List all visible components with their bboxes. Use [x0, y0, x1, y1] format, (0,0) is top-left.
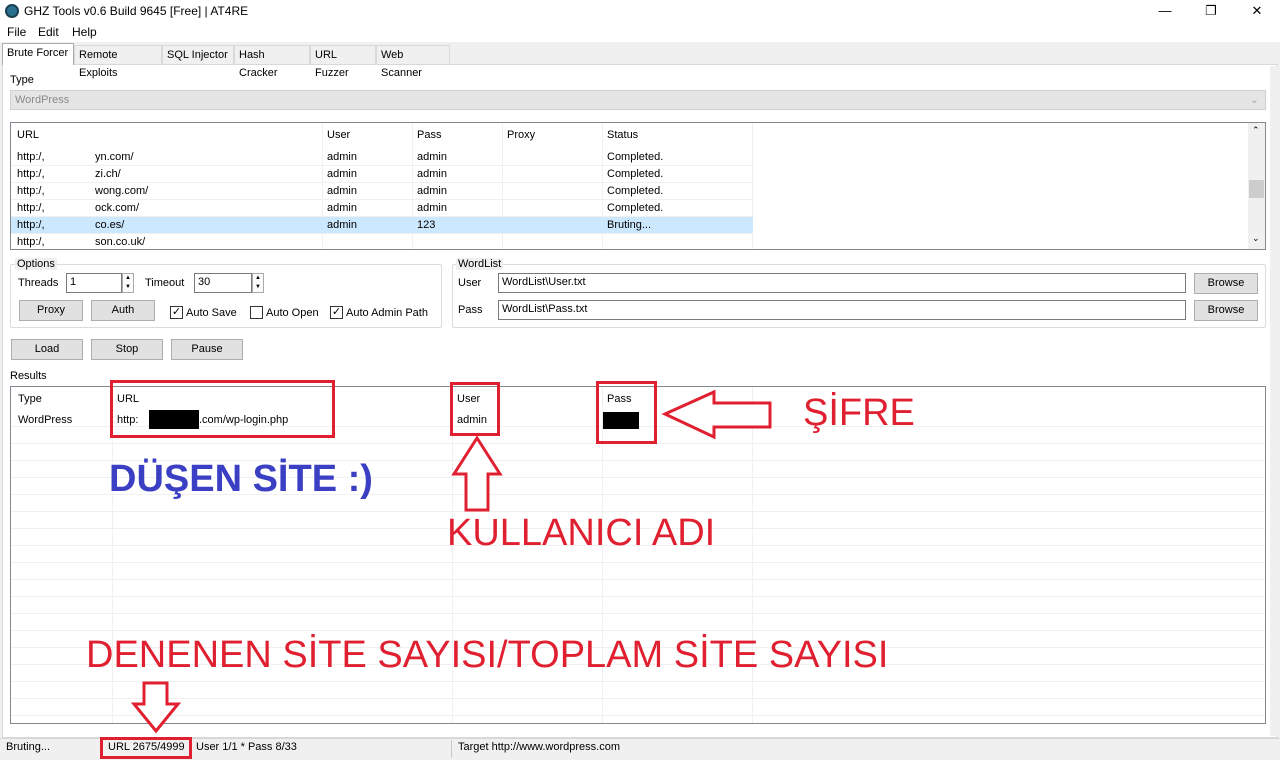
tab-brute-forcer[interactable]: Brute Forcer [2, 43, 74, 65]
dusen-site-annotation: DÜŞEN SİTE :) [109, 458, 373, 500]
kullanici-adi-annotation: KULLANICI ADI [447, 512, 716, 554]
denenen-site-annotation: DENENEN SİTE SAYISI/TOPLAM SİTE SAYISI [86, 634, 889, 676]
sifre-annotation: ŞİFRE [803, 392, 915, 434]
left-arrow-icon [661, 389, 772, 440]
down-arrow-icon [130, 681, 182, 734]
up-arrow-icon [451, 435, 503, 512]
